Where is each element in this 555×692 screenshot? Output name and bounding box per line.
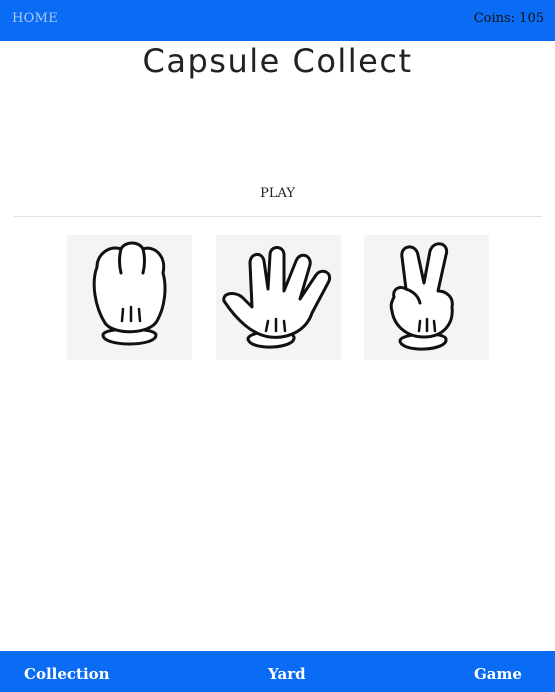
divider bbox=[14, 216, 542, 217]
nav-item-yard[interactable]: Yard bbox=[268, 665, 306, 683]
coins-counter: Coins: 105 bbox=[473, 11, 544, 26]
scissors-choice-button[interactable] bbox=[364, 235, 489, 360]
fist-glove-icon bbox=[92, 241, 167, 346]
open-hand-glove-icon bbox=[222, 246, 331, 349]
nav-item-collection[interactable]: Collection bbox=[24, 665, 110, 683]
top-bar: HOME Coins: 105 bbox=[0, 0, 555, 41]
home-link[interactable]: HOME bbox=[12, 11, 58, 26]
play-label: PLAY bbox=[260, 186, 295, 201]
bottom-nav: Collection Yard Game bbox=[0, 651, 555, 692]
peace-sign-glove-icon bbox=[389, 242, 454, 351]
rock-choice-button[interactable] bbox=[67, 235, 192, 360]
page-title: Capsule Collect bbox=[142, 42, 413, 80]
paper-choice-button[interactable] bbox=[216, 235, 341, 360]
nav-item-game[interactable]: Game bbox=[474, 665, 522, 683]
